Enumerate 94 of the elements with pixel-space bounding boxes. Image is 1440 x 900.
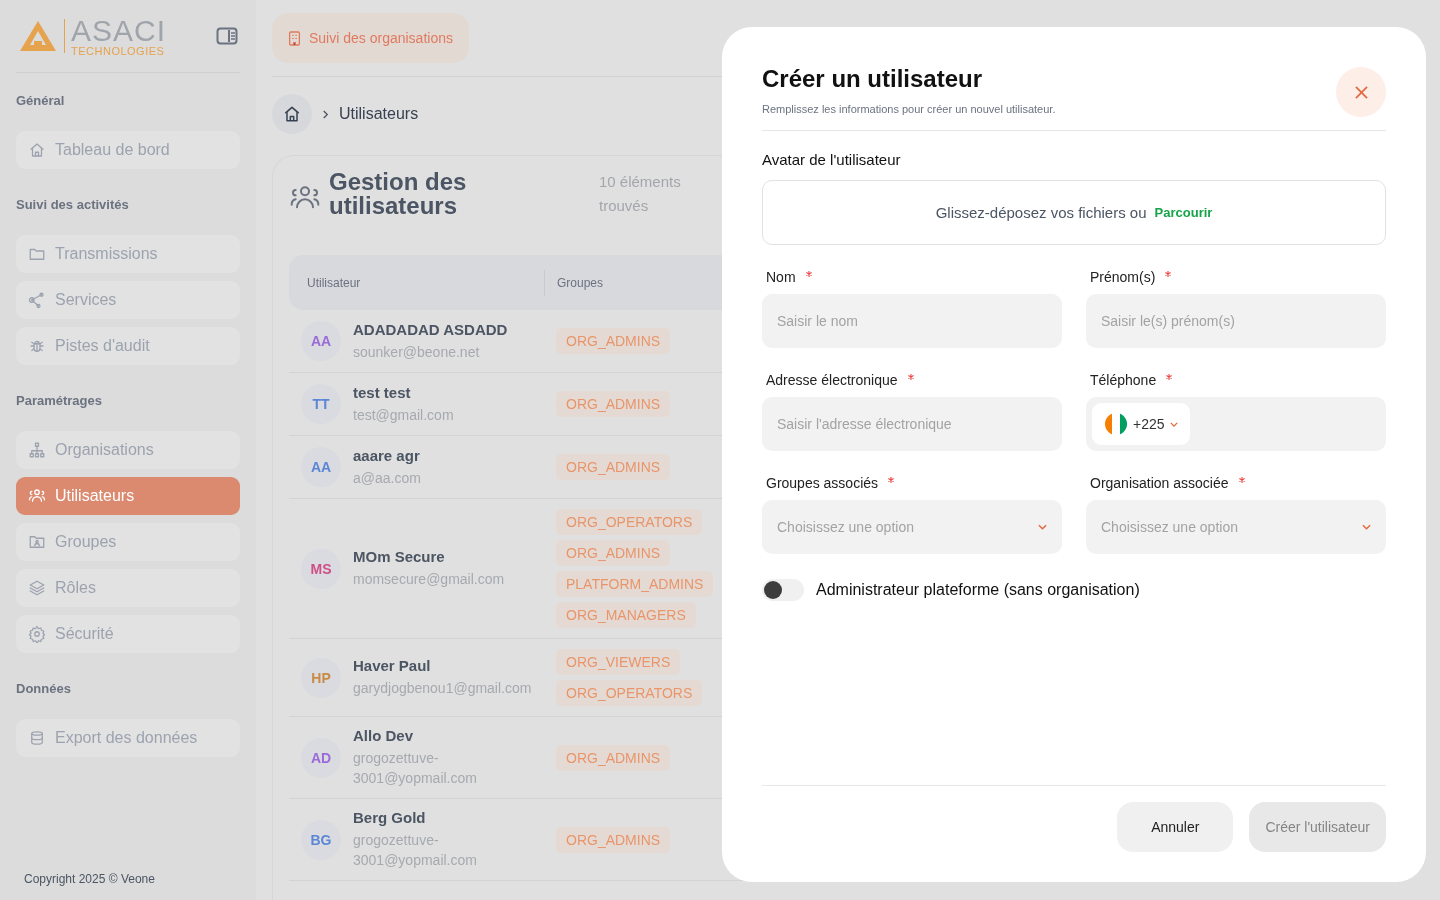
sidebar-item[interactable]: Utilisateurs: [16, 477, 240, 515]
group-tag: ORG_OPERATORS: [556, 680, 703, 706]
group-tag: ORG_MANAGERS: [556, 602, 696, 628]
group-tag: ORG_OPERATORS: [556, 509, 703, 535]
chevron-down-icon: [1169, 421, 1178, 427]
sidebar-item[interactable]: Transmissions: [16, 235, 240, 273]
users-icon: [28, 487, 46, 505]
sidebar-item[interactable]: Rôles: [16, 569, 240, 607]
field-label: Prénom(s): [1090, 269, 1156, 285]
user-email: test@gmail.com: [353, 405, 455, 425]
logo-icon: [18, 19, 58, 53]
sidebar-item[interactable]: Pistes d'audit: [16, 327, 240, 365]
user-email: sounker@beone.net: [353, 342, 481, 362]
user-name: aaare agr: [353, 446, 421, 464]
input-field[interactable]: Saisir le(s) prénom(s): [1086, 294, 1386, 348]
user-name: Allo Dev: [353, 727, 414, 744]
settings-icon: [28, 625, 46, 643]
chevron-down-icon: [1362, 524, 1371, 530]
sidebar-item[interactable]: Services: [16, 281, 240, 319]
share-icon: [28, 291, 46, 309]
sidebar-item[interactable]: Tableau de bord: [16, 131, 240, 169]
group-tag: ORG_ADMINS: [556, 540, 671, 566]
avatar: AA: [301, 321, 341, 361]
building-icon: [288, 30, 301, 46]
field-label: Groupes associés: [766, 475, 879, 491]
avatar: MS: [301, 548, 341, 589]
avatar-label: Avatar de l'utilisateur: [762, 151, 902, 168]
result-count: 10 éléments trouvés: [599, 172, 682, 216]
dialog-subtitle: Remplissez les informations pour créer un nouvel utilisateur.: [762, 103, 1056, 115]
dialog-title: Créer un utilisateur: [762, 65, 984, 93]
avatar: AD: [301, 737, 341, 778]
sidebar-item[interactable]: Sécurité: [16, 615, 240, 653]
database-icon: [28, 729, 46, 747]
user-name: MOm Secure: [353, 548, 446, 565]
layers-icon: [28, 579, 46, 597]
page-title: Gestion des utilisateurs: [329, 170, 468, 218]
field-label: Organisation associée: [1090, 475, 1229, 491]
avatar: TT: [301, 384, 341, 424]
user-email: grogozettuve-3001@yopmail.com: [353, 749, 478, 788]
toggle-switch[interactable]: [762, 579, 804, 601]
module-button[interactable]: Suivi des organisations: [272, 13, 469, 63]
breadcrumb-current: Utilisateurs: [339, 105, 419, 123]
group-tag: ORG_ADMINS: [556, 826, 671, 853]
sidebar-item[interactable]: Export des données: [16, 719, 240, 757]
input-field[interactable]: Saisir l'adresse électronique: [762, 397, 1062, 451]
logo-name: ASACI: [71, 15, 167, 46]
column-header: Utilisateur: [306, 275, 362, 290]
chevron-down-icon: [1038, 524, 1047, 530]
group-tag: ORG_VIEWERS: [556, 649, 681, 675]
home-button[interactable]: [272, 94, 312, 134]
group-tag: ORG_ADMINS: [556, 744, 671, 771]
section-title: Paramétrages: [16, 392, 103, 410]
section-title: Suivi des activités: [16, 196, 130, 214]
home-icon: [28, 141, 46, 159]
user-email: grogozettuve-3001@yopmail.com: [353, 831, 478, 870]
logo-tagline: TECHNOLOGIES: [71, 45, 166, 57]
sidebar-toggle-icon[interactable]: [216, 27, 238, 45]
field-label: Téléphone: [1090, 372, 1157, 388]
phone-field[interactable]: +225: [1086, 397, 1386, 451]
avatar: BG: [301, 819, 341, 860]
user-name: ADADADAD ASDADD: [353, 320, 509, 338]
flag-icon: [1104, 412, 1128, 436]
sitemap-icon: [28, 441, 46, 459]
field-label: Adresse électronique: [766, 372, 898, 388]
user-name: test test: [353, 383, 412, 401]
input-field[interactable]: Saisir le nom: [762, 294, 1062, 348]
sidebar-item[interactable]: Groupes: [16, 523, 240, 561]
group-tag: ORG_ADMINS: [556, 454, 671, 480]
close-icon: [1354, 85, 1368, 99]
chevron-icon: [322, 109, 329, 119]
copyright-text: Copyright 2025 © Veone: [23, 872, 156, 888]
user-name: Berg Gold: [353, 809, 427, 826]
group-tag: ORG_ADMINS: [556, 391, 671, 417]
toggle-label: Administrateur plateforme (sans organisation): [816, 581, 1140, 599]
avatar: HP: [301, 657, 341, 698]
file-dropzone[interactable]: Glissez-déposez vos fichiers ou Parcourir: [762, 180, 1386, 245]
user-email: garydjogbenou1@gmail.com: [353, 679, 533, 698]
country-code-select[interactable]: +225: [1092, 403, 1190, 445]
avatar: AA: [301, 447, 341, 487]
folder-icon: [28, 533, 46, 551]
select-field[interactable]: Choisissez une option: [1086, 500, 1386, 554]
sidebar-item[interactable]: Organisations: [16, 431, 240, 469]
section-title: Général: [16, 92, 66, 110]
user-email: momsecure@gmail.com: [353, 570, 506, 589]
cancel-button[interactable]: Annuler: [1117, 802, 1234, 852]
user-name: Haver Paul: [353, 657, 432, 674]
browse-link[interactable]: Parcourir: [1154, 205, 1213, 220]
group-tag: ORG_ADMINS: [556, 328, 671, 354]
select-field[interactable]: Choisissez une option: [762, 500, 1062, 554]
dropzone-hint: Glissez-déposez vos fichiers ou: [935, 204, 1147, 221]
home-icon: [282, 104, 302, 124]
group-tag: PLATFORM_ADMINS: [556, 571, 714, 597]
user-email: a@aa.com: [353, 468, 422, 488]
section-title: Données: [16, 680, 72, 698]
